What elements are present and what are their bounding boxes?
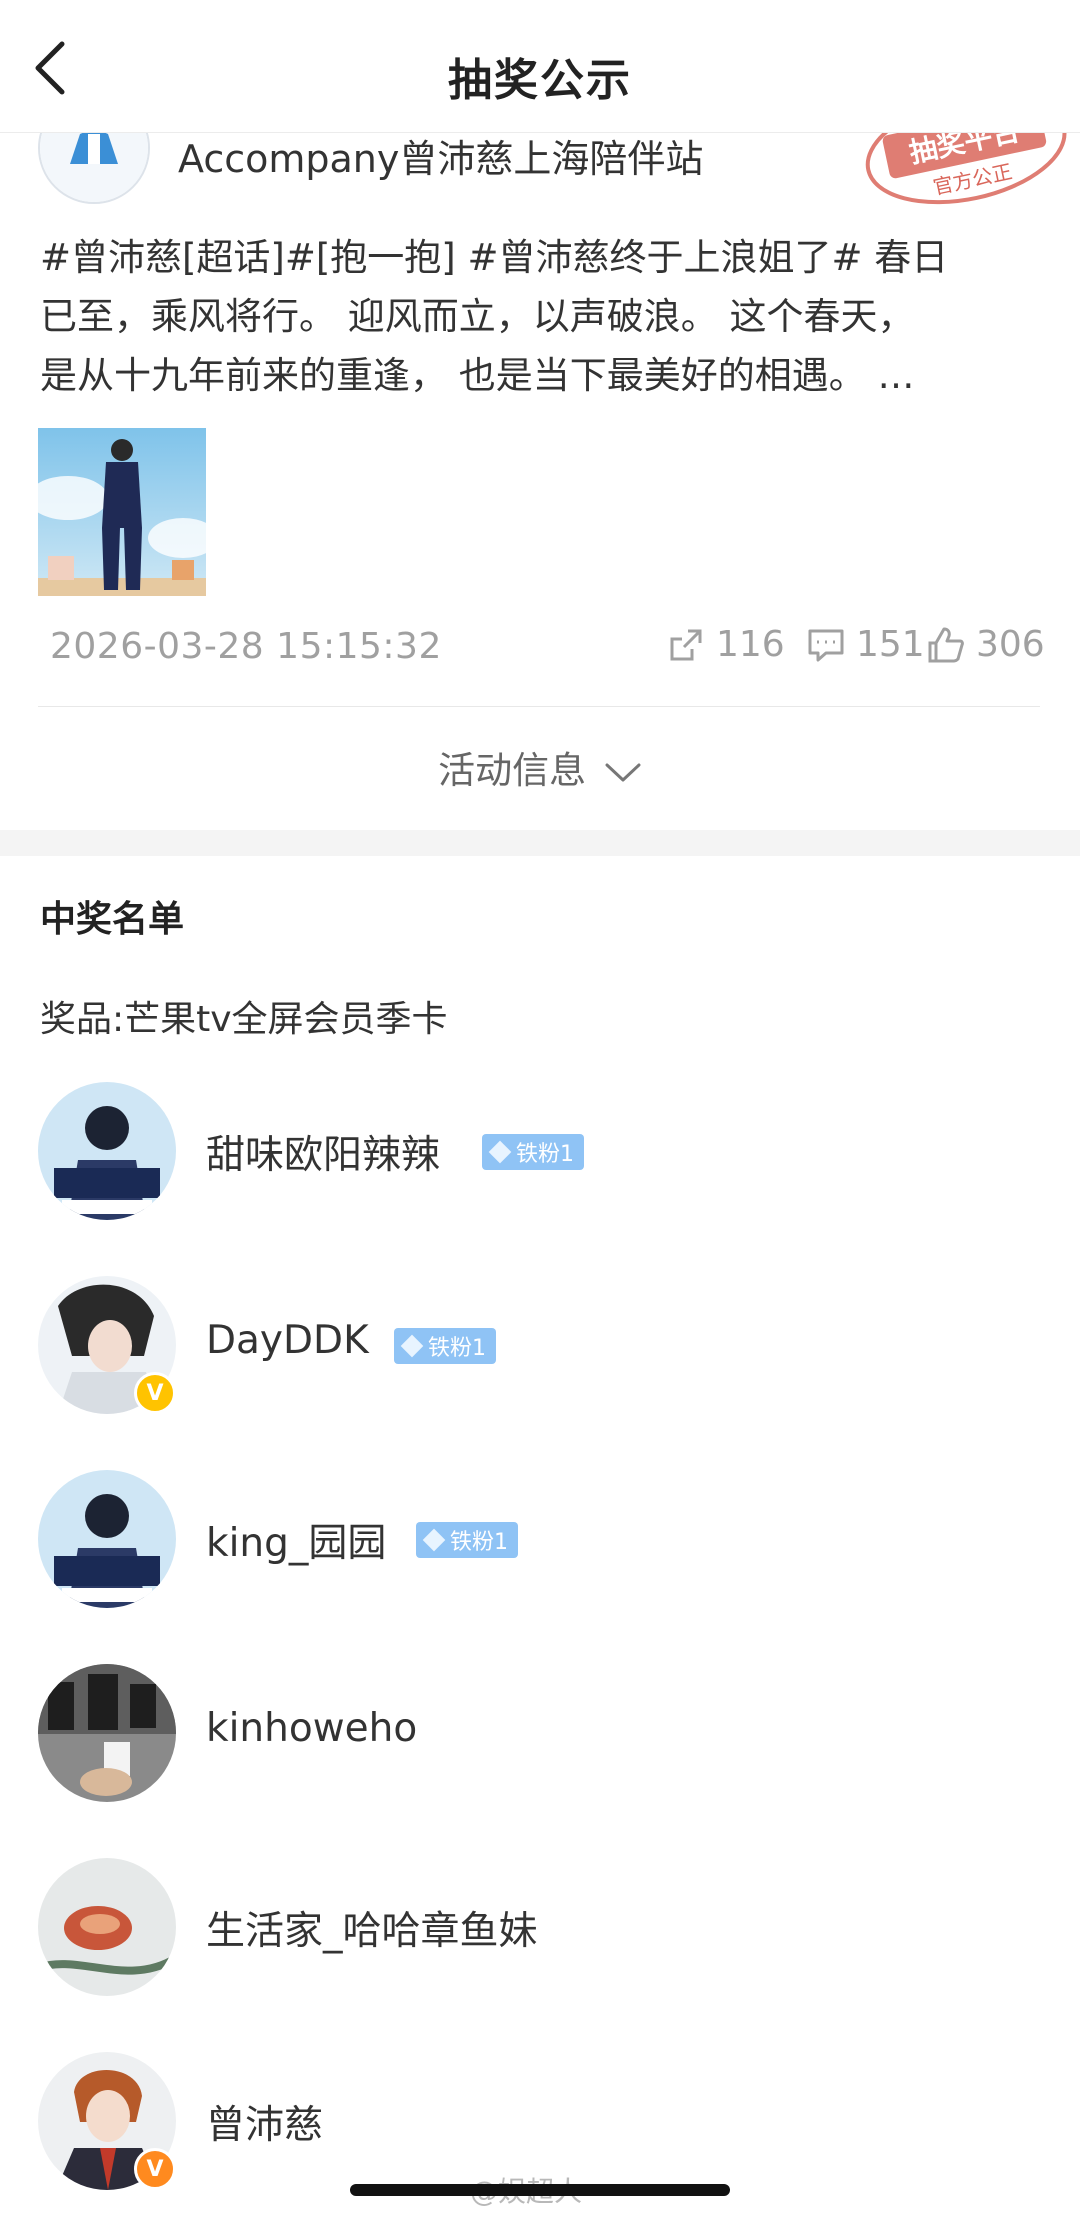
winner-avatar[interactable] — [38, 1470, 176, 1608]
comment-stat[interactable]: 151 — [806, 624, 925, 665]
winner-avatar[interactable] — [38, 1082, 176, 1220]
winner-item[interactable]: V DayDDK 铁粉1 — [38, 1276, 1038, 1416]
like-count: 306 — [976, 624, 1045, 665]
home-indicator — [350, 2184, 730, 2196]
activity-info-label: 活动信息 — [438, 749, 587, 792]
winner-item[interactable]: 生活家_哈哈章鱼妹 — [38, 1858, 1038, 1998]
post-text[interactable]: #曾沛慈[超话]#[抱一抱] #曾沛慈终于上浪姐了# 春日 已至，乘风将行。 迎… — [40, 228, 1030, 405]
share-stat[interactable]: 116 — [666, 624, 785, 665]
author-row[interactable]: Accompany曾沛慈上海陪伴站 抽奖平台 官方公正 — [38, 132, 1067, 205]
winner-avatar[interactable] — [38, 1664, 176, 1802]
like-stat[interactable]: 306 — [926, 624, 1045, 665]
post-timestamp: 2026-03-28 15:15:32 — [50, 626, 442, 667]
winner-name[interactable]: 生活家_哈哈章鱼妹 — [206, 1900, 538, 1956]
lottery-platform-stamp: 抽奖平台 官方公正 — [847, 132, 1080, 227]
fan-level-badge: 铁粉1 — [416, 1522, 518, 1558]
post-image-thumbnail[interactable] — [38, 428, 206, 596]
winner-item[interactable]: 甜味欧阳辣辣 铁粉1 — [38, 1082, 1038, 1222]
winner-name[interactable]: 甜味欧阳辣辣 — [206, 1124, 440, 1180]
prize-label: 奖品:芒果tv全屏会员季卡 — [40, 999, 448, 1040]
winner-avatar[interactable] — [38, 1858, 176, 1996]
winner-item[interactable]: kinhoweho — [38, 1664, 1038, 1804]
author-name[interactable]: Accompany曾沛慈上海陪伴站 — [178, 132, 703, 183]
post-card: Accompany曾沛慈上海陪伴站 抽奖平台 官方公正 #曾沛慈[超话]#[抱一… — [0, 132, 1080, 832]
post-text-line: 是从十九年前来的重逢， 也是当下最美好的相遇。 … — [40, 354, 915, 397]
share-icon — [670, 629, 702, 660]
post-text-line: #曾沛慈[超话]#[抱一抱] #曾沛慈终于上浪姐了# 春日 — [40, 236, 949, 279]
diamond-icon — [488, 1140, 512, 1164]
fan-level-badge: 铁粉1 — [482, 1134, 584, 1170]
post-meta-row: 2026-03-28 15:15:32 116 151 306 — [50, 618, 1045, 674]
winner-name[interactable]: king_园园 — [206, 1512, 386, 1568]
winner-name[interactable]: kinhoweho — [206, 1706, 417, 1751]
verified-badge: V — [134, 2148, 176, 2190]
winner-name[interactable]: DayDDK — [206, 1318, 369, 1363]
section-separator — [0, 830, 1080, 856]
like-icon — [928, 627, 964, 662]
verified-badge: V — [134, 1372, 176, 1414]
post-text-line: 已至，乘风将行。 迎风而立，以声破浪。 这个春天， — [40, 295, 915, 338]
share-count: 116 — [716, 624, 785, 665]
activity-info-toggle[interactable]: 活动信息 — [0, 740, 1080, 794]
page-title: 抽奖公示 — [448, 55, 632, 106]
comment-icon — [808, 629, 844, 661]
winner-name[interactable]: 曾沛慈 — [206, 2094, 323, 2150]
diamond-icon — [400, 1334, 424, 1358]
comment-count: 151 — [856, 624, 925, 665]
diamond-icon — [422, 1528, 446, 1552]
top-navigation-bar: 抽奖公示 — [0, 0, 1080, 133]
winner-item[interactable]: king_园园 铁粉1 — [38, 1470, 1038, 1610]
chevron-down-icon — [605, 763, 641, 781]
winners-title: 中奖名单 — [40, 899, 185, 940]
divider — [38, 706, 1040, 707]
fan-level-badge: 铁粉1 — [394, 1328, 496, 1364]
author-avatar[interactable] — [38, 132, 150, 204]
